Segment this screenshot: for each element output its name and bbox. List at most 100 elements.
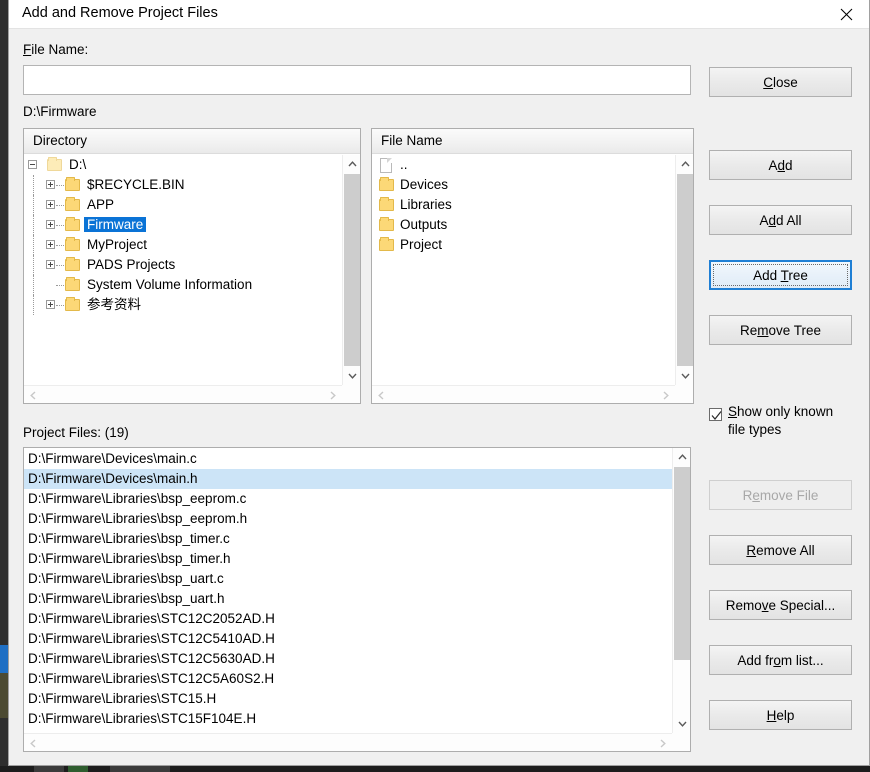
remove-file-button[interactable]: Remove File	[709, 480, 852, 510]
directory-tree-item[interactable]: 参考资料	[24, 295, 342, 315]
file-name-input[interactable]	[23, 65, 691, 95]
collapse-icon[interactable]	[28, 160, 37, 169]
directory-tree-item[interactable]: Firmware	[24, 215, 342, 235]
tree-connector	[33, 195, 34, 215]
scroll-right-icon[interactable]	[654, 734, 672, 752]
folder-icon	[65, 257, 80, 271]
expand-icon[interactable]	[46, 180, 55, 189]
help-button[interactable]: Help	[709, 700, 852, 730]
project-file-row[interactable]: D:\Firmware\Libraries\bsp_timer.h	[24, 549, 672, 569]
scroll-thumb[interactable]	[677, 174, 693, 366]
accelerator-letter: R	[746, 542, 757, 558]
expand-icon[interactable]	[46, 240, 55, 249]
check-icon	[711, 411, 722, 420]
remove-special-button[interactable]: Remove Special...	[709, 590, 852, 620]
project-files-rows[interactable]: D:\Firmware\Devices\main.c D:\Firmware\De…	[24, 448, 672, 733]
expand-icon[interactable]	[46, 300, 55, 309]
directory-tree-item[interactable]: APP	[24, 195, 342, 215]
remove-tree-button[interactable]: Remove Tree	[709, 315, 852, 345]
expand-icon[interactable]	[46, 200, 55, 209]
add-all-button[interactable]: Add All	[709, 205, 852, 235]
add-all-button-label: Add All	[759, 212, 802, 228]
file-name-label-accel: F	[23, 42, 32, 57]
directory-tree-item[interactable]: MyProject	[24, 235, 342, 255]
project-files-vertical-scrollbar[interactable]	[672, 448, 690, 733]
project-file-row[interactable]: D:\Firmware\Devices\main.c	[24, 449, 672, 469]
file-list-item[interactable]: Project	[372, 235, 675, 255]
directory-tree[interactable]: D:\ $RECYCLE.BIN APP Firmware MyProject PADS …	[24, 155, 342, 385]
scroll-down-icon[interactable]	[673, 715, 691, 733]
scroll-down-icon[interactable]	[676, 367, 694, 385]
checkbox-label-line2: file types	[728, 422, 782, 437]
file-list-item[interactable]: Outputs	[372, 215, 675, 235]
scroll-thumb[interactable]	[344, 174, 360, 366]
directory-vertical-scrollbar[interactable]	[342, 155, 360, 385]
folder-icon	[65, 277, 80, 291]
close-button[interactable]: Close	[709, 67, 852, 97]
directory-panel-title: Directory	[33, 133, 88, 148]
checkbox-box[interactable]	[709, 408, 722, 421]
directory-tree-item-label: Firmware	[84, 217, 147, 232]
expand-icon[interactable]	[46, 220, 55, 229]
project-file-row[interactable]: D:\Firmware\Libraries\bsp_eeprom.c	[24, 489, 672, 509]
project-file-row[interactable]: D:\Firmware\Libraries\bsp_timer.c	[24, 529, 672, 549]
project-file-row[interactable]: D:\Firmware\Libraries\bsp_uart.h	[24, 589, 672, 609]
scroll-right-icon[interactable]	[324, 386, 342, 404]
help-button-label: Help	[766, 707, 795, 723]
project-file-row[interactable]: D:\Firmware\Libraries\STC12C5A60S2.H	[24, 669, 672, 689]
file-name-label-rest: ile Name:	[31, 42, 89, 57]
project-file-row[interactable]: D:\Firmware\Libraries\STC12C2052AD.H	[24, 609, 672, 629]
expand-icon[interactable]	[46, 260, 55, 269]
checkbox-label: Show only known file types	[728, 403, 870, 439]
file-list[interactable]: .. Devices Libraries Outputs Project	[372, 155, 675, 385]
tree-connector	[56, 225, 64, 226]
remove-file-button-label: Remove File	[742, 487, 819, 503]
remove-all-button[interactable]: Remove All	[709, 535, 852, 565]
folder-icon	[379, 177, 394, 191]
file-list-item[interactable]: Libraries	[372, 195, 675, 215]
file-vertical-scrollbar[interactable]	[675, 155, 693, 385]
close-icon[interactable]	[824, 0, 869, 29]
file-name-panel-title: File Name	[381, 133, 443, 148]
scroll-up-icon[interactable]	[676, 155, 694, 173]
project-file-row[interactable]: D:\Firmware\Libraries\STC15.H	[24, 689, 672, 709]
directory-tree-item-label: 参考资料	[87, 297, 141, 312]
file-list-item[interactable]: Devices	[372, 175, 675, 195]
project-file-row[interactable]: D:\Firmware\Libraries\STC12C5410AD.H	[24, 629, 672, 649]
directory-horizontal-scrollbar[interactable]	[24, 385, 360, 403]
add-tree-button[interactable]: Add Tree	[709, 260, 852, 290]
scroll-up-icon[interactable]	[343, 155, 361, 173]
directory-tree-item-label-wrap: System Volume Information	[84, 275, 255, 295]
remove-special-button-label: Remove Special...	[725, 597, 836, 613]
project-files-horizontal-scrollbar[interactable]	[24, 733, 690, 751]
folder-icon	[65, 237, 80, 251]
directory-tree-item-label: D:\	[69, 157, 87, 172]
directory-tree-item-label-wrap: 参考资料	[84, 295, 144, 315]
file-list-item[interactable]: ..	[372, 155, 675, 175]
project-file-row[interactable]: D:\Firmware\Libraries\STC15F104E.H	[24, 709, 672, 729]
add-from-list-button[interactable]: Add from list...	[709, 645, 852, 675]
scroll-left-icon[interactable]	[372, 386, 390, 404]
scroll-down-icon[interactable]	[343, 367, 361, 385]
project-file-row[interactable]: D:\Firmware\Libraries\bsp_uart.c	[24, 569, 672, 589]
file-list-item-label: Libraries	[400, 197, 452, 212]
scroll-left-icon[interactable]	[24, 734, 42, 752]
scroll-right-icon[interactable]	[657, 386, 675, 404]
directory-tree-item[interactable]: D:\	[24, 155, 342, 175]
add-button[interactable]: Add	[709, 150, 852, 180]
project-file-row[interactable]: D:\Firmware\Devices\main.h	[24, 469, 672, 489]
scroll-up-icon[interactable]	[673, 448, 691, 466]
scroll-thumb[interactable]	[674, 467, 690, 660]
project-files-label: Project Files: (19)	[23, 425, 129, 440]
directory-tree-item[interactable]: System Volume Information	[24, 275, 342, 295]
scroll-left-icon[interactable]	[24, 386, 42, 404]
directory-tree-item[interactable]: $RECYCLE.BIN	[24, 175, 342, 195]
project-file-row[interactable]: D:\Firmware\Libraries\STC12C5630AD.H	[24, 649, 672, 669]
file-horizontal-scrollbar[interactable]	[372, 385, 693, 403]
project-files-list[interactable]: D:\Firmware\Devices\main.c D:\Firmware\De…	[23, 447, 691, 752]
directory-tree-item-label-wrap: $RECYCLE.BIN	[84, 175, 188, 195]
accelerator-letter: d	[768, 212, 776, 228]
directory-panel-header: Directory	[24, 129, 360, 154]
directory-tree-item[interactable]: PADS Projects	[24, 255, 342, 275]
project-file-row[interactable]: D:\Firmware\Libraries\bsp_eeprom.h	[24, 509, 672, 529]
